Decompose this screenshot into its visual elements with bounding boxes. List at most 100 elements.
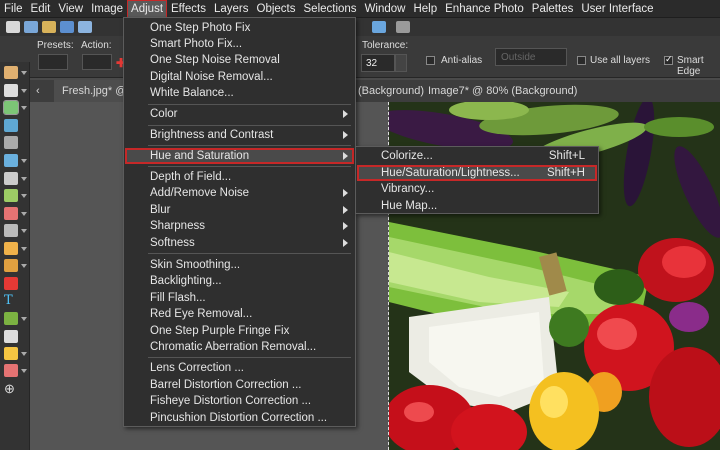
menu-item-pincushion-distortion[interactable]: Pincushion Distortion Correction ... — [125, 410, 354, 426]
menu-effects[interactable]: Effects — [167, 0, 210, 18]
scratch-remover-icon[interactable] — [4, 224, 18, 237]
pan-tool-icon[interactable] — [4, 66, 18, 79]
makeover-icon[interactable] — [4, 189, 18, 202]
menu-help[interactable]: Help — [409, 0, 441, 18]
menu-palettes[interactable]: Palettes — [528, 0, 578, 18]
settings-icon[interactable] — [396, 21, 410, 33]
menu-file[interactable]: File — [0, 0, 27, 18]
menu-separator — [148, 357, 351, 358]
eyedropper-icon[interactable] — [4, 119, 18, 132]
menu-item-skin-smoothing[interactable]: Skin Smoothing... — [125, 257, 354, 273]
straighten-icon[interactable] — [4, 154, 18, 167]
menu-window[interactable]: Window — [361, 0, 410, 18]
menu-item-digital-noise-removal[interactable]: Digital Noise Removal... — [125, 69, 354, 85]
menu-layers[interactable]: Layers — [210, 0, 253, 18]
use-all-layers-checkbox[interactable] — [577, 56, 586, 65]
menubar: File Edit View Image Adjust Effects Laye… — [0, 0, 720, 18]
pen-tool-icon[interactable] — [4, 330, 18, 343]
menu-item-fisheye-distortion[interactable]: Fisheye Distortion Correction ... — [125, 393, 354, 409]
menu-selections[interactable]: Selections — [300, 0, 361, 18]
menu-separator — [148, 125, 351, 126]
menu-item-brightness-contrast[interactable]: Brightness and Contrast — [125, 127, 354, 143]
menu-view[interactable]: View — [54, 0, 87, 18]
antialias-checkbox[interactable] — [426, 56, 435, 65]
menu-image[interactable]: Image — [87, 0, 127, 18]
new-file-icon[interactable] — [6, 21, 20, 33]
menu-item-white-balance[interactable]: White Balance... — [125, 85, 354, 101]
menu-separator — [148, 104, 351, 105]
mode-dropdown[interactable]: Outside — [495, 48, 567, 66]
crop-icon[interactable] — [372, 21, 386, 33]
tab-image7[interactable]: Image7* @ 80% (Background) — [420, 80, 585, 102]
submenu-arrow-icon — [343, 131, 348, 139]
crop-tool-icon[interactable] — [4, 136, 18, 149]
menu-item-fill-flash[interactable]: Fill Flash... — [125, 290, 354, 306]
shape-tool-icon[interactable] — [4, 312, 18, 325]
use-all-layers-label: Use all layers — [590, 55, 651, 66]
shortcut-label: Shift+H — [546, 167, 585, 179]
menu-item-backlighting[interactable]: Backlighting... — [125, 273, 354, 289]
submenu-arrow-icon — [343, 110, 348, 118]
menu-item-red-eye-removal[interactable]: Red Eye Removal... — [125, 306, 354, 322]
shortcut-label: Shift+L — [548, 150, 585, 162]
menu-item-chromatic-aberration[interactable]: Chromatic Aberration Removal... — [125, 339, 354, 355]
tolerance-input[interactable]: 32 — [361, 54, 395, 72]
submenu-item-hue-map[interactable]: Hue Map... — [357, 198, 597, 214]
adjust-menu: One Step Photo Fix Smart Photo Fix... On… — [123, 17, 356, 427]
submenu-item-colorize[interactable]: Colorize... Shift+L — [357, 148, 597, 164]
submenu-arrow-icon — [343, 222, 348, 230]
menu-user-interface[interactable]: User Interface — [577, 0, 657, 18]
hue-saturation-submenu: Colorize... Shift+L Hue/Saturation/Lightn… — [355, 146, 599, 214]
menu-objects[interactable]: Objects — [253, 0, 300, 18]
mesh-warp-icon[interactable] — [4, 364, 18, 377]
menu-item-depth-of-field[interactable]: Depth of Field... — [125, 169, 354, 185]
action-label: Action: — [81, 40, 112, 51]
menu-item-add-remove-noise[interactable]: Add/Remove Noise — [125, 185, 354, 201]
presets-dropdown[interactable] — [38, 54, 68, 70]
paint-brush-icon[interactable] — [4, 242, 18, 255]
magic-wand-icon[interactable] — [3, 100, 19, 115]
menu-item-softness[interactable]: Softness — [125, 235, 354, 251]
menu-item-barrel-distortion[interactable]: Barrel Distortion Correction ... — [125, 377, 354, 393]
red-eye-icon[interactable] — [4, 172, 18, 185]
pick-tool-icon[interactable] — [4, 84, 18, 97]
dodge-icon[interactable] — [4, 259, 18, 272]
tolerance-stepper[interactable] — [395, 54, 407, 72]
text-tool-icon[interactable]: T — [4, 294, 18, 307]
menu-item-one-step-noise-removal[interactable]: One Step Noise Removal — [125, 52, 354, 68]
standard-toolbar — [0, 18, 720, 36]
menu-item-sharpness[interactable]: Sharpness — [125, 218, 354, 234]
menu-item-color[interactable]: Color — [125, 106, 354, 122]
submenu-arrow-icon — [343, 152, 348, 160]
antialias-label: Anti-alias — [441, 55, 483, 66]
add-tool-icon[interactable]: ⊕ — [4, 382, 18, 395]
eraser-icon[interactable] — [4, 277, 18, 290]
app-window: File Edit View Image Adjust Effects Laye… — [0, 0, 720, 450]
action-button[interactable] — [82, 54, 112, 70]
warp-brush-icon[interactable] — [4, 347, 18, 360]
tool-options-bar: Presets: Action: ✚ Tolerance: 32 Anti-al… — [0, 36, 720, 78]
menu-item-smart-photo-fix[interactable]: Smart Photo Fix... — [125, 36, 354, 52]
submenu-item-vibrancy[interactable]: Vibrancy... — [357, 181, 597, 197]
presets-label: Presets: — [37, 40, 74, 51]
menu-item-blur[interactable]: Blur — [125, 202, 354, 218]
menu-item-one-step-photo-fix[interactable]: One Step Photo Fix — [125, 20, 354, 36]
grid-icon[interactable] — [24, 21, 38, 33]
menu-separator — [148, 253, 351, 254]
print-icon[interactable] — [78, 21, 92, 33]
menu-edit[interactable]: Edit — [27, 0, 55, 18]
menu-item-hue-and-saturation[interactable]: Hue and Saturation — [125, 148, 354, 164]
save-icon[interactable] — [60, 21, 74, 33]
clone-icon[interactable] — [4, 207, 18, 220]
smart-edge-checkbox[interactable] — [664, 54, 673, 65]
open-folder-icon[interactable] — [42, 21, 56, 33]
menu-adjust[interactable]: Adjust — [127, 0, 168, 18]
submenu-item-hue-saturation-lightness[interactable]: Hue/Saturation/Lightness... Shift+H — [357, 165, 597, 181]
menu-enhance-photo[interactable]: Enhance Photo — [441, 0, 528, 18]
tools-toolbar: T ⊕ — [0, 62, 30, 450]
submenu-arrow-icon — [343, 206, 348, 214]
menu-item-lens-correction[interactable]: Lens Correction ... — [125, 360, 354, 376]
tab-scroll-left-icon[interactable]: ‹ — [30, 80, 50, 102]
menu-item-purple-fringe-fix[interactable]: One Step Purple Fringe Fix — [125, 323, 354, 339]
submenu-arrow-icon — [343, 189, 348, 197]
